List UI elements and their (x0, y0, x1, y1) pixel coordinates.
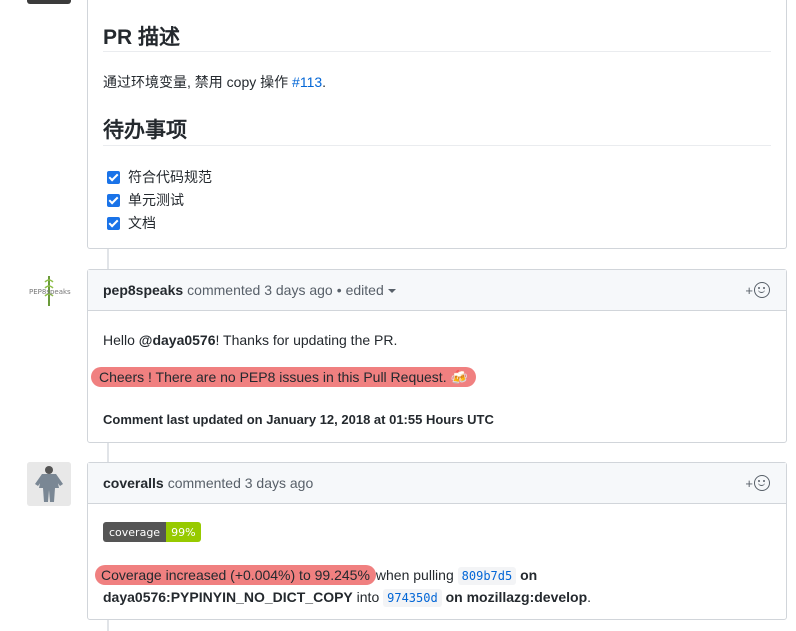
user-mention[interactable]: @daya0576 (139, 332, 216, 348)
task-item: 符合代码规范 (107, 167, 212, 187)
task-label: 符合代码规范 (128, 169, 212, 185)
issue-link[interactable]: #113 (292, 74, 322, 90)
smiley-icon (754, 282, 770, 298)
comment-coveralls: coveralls commented 3 days ago + coverag… (87, 462, 787, 620)
pr-description-box: PR 描述 通过环境变量, 禁用 copy 操作 #113. 待办事项 符合代码… (87, 0, 787, 249)
target-branch: on mozillazg:develop (441, 589, 588, 605)
heading-todo: 待办事项 (103, 119, 187, 142)
comment-pep8speaks: pep8speaks commented 3 days ago • edited… (87, 269, 787, 443)
greeting-line: Hello @daya0576! Thanks for updating the… (103, 332, 397, 348)
heading-rule (103, 51, 771, 52)
separator-dot: • (336, 282, 342, 298)
badge-value: 99% (166, 522, 201, 542)
timeline-connector (107, 442, 109, 462)
description-text: 通过环境变量, 禁用 copy 操作 (103, 74, 293, 90)
last-updated-note: Comment last updated on January 12, 2018… (103, 412, 494, 427)
coveralls-avatar[interactable] (27, 462, 71, 506)
beers-icon: 🍻 (450, 369, 468, 385)
comment-header: pep8speaks commented 3 days ago • edited… (88, 270, 786, 311)
plus-icon: + (745, 282, 753, 298)
heading-rule (103, 145, 771, 146)
task-item: 文档 (107, 213, 156, 233)
pep8speaks-avatar[interactable]: PEP8speaks (27, 270, 71, 314)
comment-timestamp[interactable]: commented 3 days ago (168, 475, 314, 491)
timeline-connector (107, 249, 109, 270)
cheers-highlight: Cheers ! There are no PEP8 issues in thi… (91, 367, 476, 387)
into-text: into (352, 589, 384, 605)
task-item: 单元测试 (107, 190, 184, 210)
comment-timestamp[interactable]: commented 3 days ago (187, 282, 333, 298)
when-pulling-text: when pulling (375, 567, 458, 583)
author-avatar[interactable] (27, 0, 71, 4)
cheers-line: Cheers ! There are no PEP8 issues in thi… (91, 367, 476, 387)
comment-author[interactable]: pep8speaks (103, 282, 183, 298)
task-checkbox[interactable] (107, 216, 120, 230)
plus-icon: + (745, 475, 753, 491)
edited-label: edited (345, 282, 384, 298)
commit-sha-to[interactable]: 974350d (383, 589, 442, 607)
comment-header: coveralls commented 3 days ago + (88, 463, 786, 504)
greeting-prefix: Hello (103, 332, 139, 348)
task-checkbox[interactable] (107, 193, 120, 207)
description-tail: . (322, 74, 327, 90)
on-text: on (516, 567, 538, 583)
coverage-highlight[interactable]: Coverage increased (+0.004%) to 99.245% (95, 565, 376, 585)
add-reaction-button[interactable]: + (745, 475, 770, 491)
add-reaction-button[interactable]: + (745, 282, 770, 298)
commit-sha-from[interactable]: 809b7d5 (457, 567, 517, 585)
task-checkbox[interactable] (107, 170, 120, 184)
coveralls-figure-icon (27, 462, 71, 506)
coverage-line-1: Coverage increased (+0.004%) to 99.245% w… (95, 565, 538, 585)
caret-down-icon (387, 289, 396, 294)
source-branch: daya0576:PYPINYIN_NO_DICT_COPY (103, 589, 353, 605)
pep8speaks-logo-icon: PEP8speaks (29, 276, 71, 306)
badge-label: coverage (103, 522, 167, 542)
task-label: 文档 (128, 215, 156, 231)
greeting-suffix: ! Thanks for updating the PR. (215, 332, 398, 348)
timeline-connector (107, 620, 109, 631)
coverage-badge[interactable]: coverage 99% (103, 522, 201, 542)
task-label: 单元测试 (128, 192, 184, 208)
heading-description: PR 描述 (103, 26, 181, 49)
edited-dropdown[interactable]: edited (346, 282, 396, 298)
avatar-wordmark: PEP8speaks (29, 288, 71, 296)
coverage-line-2: daya0576:PYPINYIN_NO_DICT_COPY into 9743… (103, 589, 592, 607)
period-text: . (587, 589, 592, 605)
smiley-icon (754, 475, 770, 491)
description-paragraph: 通过环境变量, 禁用 copy 操作 #113. (103, 72, 326, 92)
cheers-text: Cheers ! There are no PEP8 issues in thi… (99, 369, 451, 385)
comment-author[interactable]: coveralls (103, 475, 164, 491)
